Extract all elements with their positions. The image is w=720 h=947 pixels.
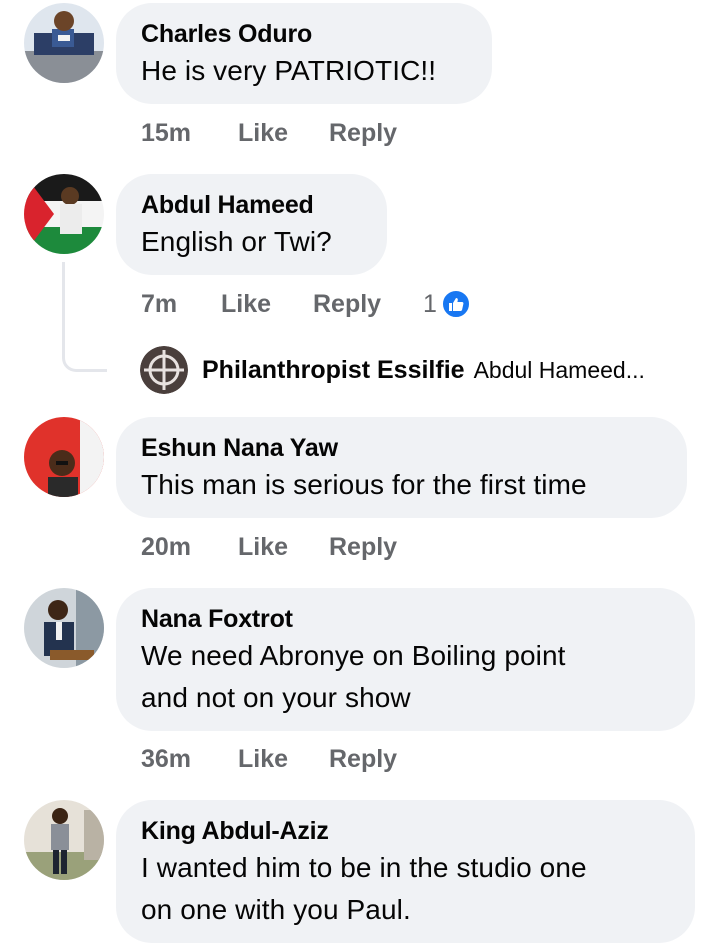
comment-bubble: Eshun Nana Yaw This man is serious for t… <box>116 417 687 518</box>
reaction-summary[interactable]: 1 <box>423 289 471 319</box>
reply-button[interactable]: Reply <box>329 118 397 148</box>
avatar[interactable] <box>24 3 104 83</box>
comment-text: This man is serious for the first time <box>141 469 587 500</box>
comment-author[interactable]: Abdul Hameed <box>141 190 361 220</box>
avatar[interactable] <box>24 174 104 254</box>
reply-author[interactable]: Philanthropist Essilfie <box>202 356 465 385</box>
like-button[interactable]: Like <box>221 289 271 319</box>
avatar <box>140 346 188 394</box>
comment-text: We need Abronye on Boiling point <box>141 640 566 671</box>
comment-author[interactable]: Charles Oduro <box>141 19 466 49</box>
comment-timestamp[interactable]: 7m <box>141 290 177 318</box>
comment-timestamp[interactable]: 20m <box>141 533 191 561</box>
like-button[interactable]: Like <box>238 744 288 774</box>
comment-text: He is very PATRIOTIC!! <box>141 55 437 86</box>
comment-text: English or Twi? <box>141 226 332 257</box>
avatar[interactable] <box>24 800 104 880</box>
comment-text: I wanted him to be in the studio one <box>141 852 587 883</box>
comment-actions: 36m Like Reply <box>141 744 441 774</box>
comment-timestamp[interactable]: 36m <box>141 745 191 773</box>
flag-photo-avatar-icon <box>24 174 104 254</box>
reply-preview[interactable]: Philanthropist Essilfie Abdul Hameed... <box>140 346 645 394</box>
reply-button[interactable]: Reply <box>329 532 397 562</box>
reply-button[interactable]: Reply <box>329 744 397 774</box>
avatar[interactable] <box>24 588 104 668</box>
comment-timestamp[interactable]: 15m <box>141 119 191 147</box>
comment-text: on one with you Paul. <box>141 894 411 925</box>
comment-actions: 7m Like Reply 1 <box>141 289 501 319</box>
comment-actions: 20m Like Reply <box>141 532 441 562</box>
comment-author[interactable]: King Abdul-Aziz <box>141 816 669 846</box>
man-at-podium-avatar-icon <box>24 588 104 668</box>
comment-bubble: Nana Foxtrot We need Abronye on Boiling … <box>116 588 695 731</box>
avatar[interactable] <box>24 417 104 497</box>
like-button[interactable]: Like <box>238 118 288 148</box>
comment-actions: 15m Like Reply <box>141 118 441 148</box>
like-button[interactable]: Like <box>238 532 288 562</box>
reply-thread-line <box>62 262 107 372</box>
comment-author[interactable]: Nana Foxtrot <box>141 604 669 634</box>
comment-bubble: King Abdul-Aziz I wanted him to be in th… <box>116 800 695 943</box>
target-logo-icon <box>140 346 188 394</box>
comment-bubble: Abdul Hameed English or Twi? <box>116 174 387 275</box>
comment-bubble: Charles Oduro He is very PATRIOTIC!! <box>116 3 492 104</box>
comment-author[interactable]: Eshun Nana Yaw <box>141 433 661 463</box>
man-standing-avatar-icon <box>24 800 104 880</box>
comment-text: and not on your show <box>141 682 411 713</box>
reply-snippet: Abdul Hameed... <box>473 356 645 383</box>
child-photo-avatar-icon <box>24 3 104 83</box>
reaction-count: 1 <box>423 290 437 318</box>
reply-button[interactable]: Reply <box>313 289 381 319</box>
thumbs-up-icon <box>440 289 471 319</box>
man-red-background-avatar-icon <box>24 417 104 497</box>
